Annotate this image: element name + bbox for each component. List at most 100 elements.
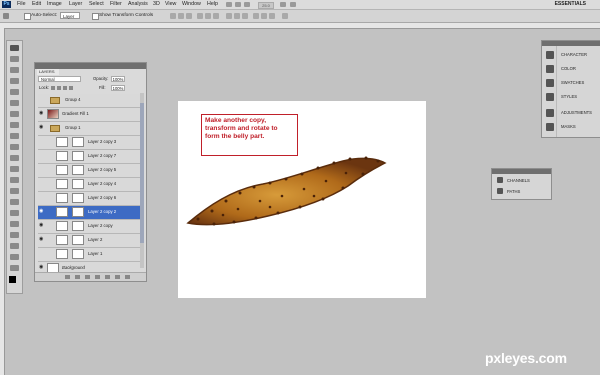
layer-row[interactable]: ◉ Group 1 xyxy=(38,122,140,136)
gradient-tool-icon[interactable] xyxy=(10,166,19,172)
align-right-icon[interactable] xyxy=(213,13,219,19)
menu-filter[interactable]: Filter xyxy=(110,1,122,8)
visibility-eye-icon[interactable] xyxy=(39,97,44,102)
visibility-eye-icon[interactable]: ◉ xyxy=(39,111,44,116)
align-middle-icon[interactable] xyxy=(178,13,184,19)
hand-tool-icon[interactable] xyxy=(10,254,19,260)
distribute-top-icon[interactable] xyxy=(226,13,232,19)
blend-mode-dropdown[interactable]: Normal xyxy=(38,76,81,82)
align-center-icon[interactable] xyxy=(205,13,211,19)
lock-position-icon[interactable] xyxy=(63,86,67,90)
layer-row[interactable]: Layer 1 xyxy=(38,248,140,262)
lock-all-icon[interactable] xyxy=(69,86,73,90)
visibility-eye-icon[interactable] xyxy=(39,195,44,200)
scrollbar-thumb[interactable] xyxy=(140,103,144,243)
blur-tool-icon[interactable] xyxy=(10,177,19,183)
marquee-tool-icon[interactable] xyxy=(10,56,19,62)
eyedropper-tool-icon[interactable] xyxy=(10,100,19,106)
visibility-eye-icon[interactable]: ◉ xyxy=(39,237,44,242)
menu-select[interactable]: Select xyxy=(89,1,104,8)
menu-window[interactable]: Window xyxy=(182,1,201,8)
bridge-icon[interactable] xyxy=(226,2,232,7)
menu-view[interactable]: View xyxy=(165,1,176,8)
lock-transparency-icon[interactable] xyxy=(51,86,55,90)
dodge-tool-icon[interactable] xyxy=(10,188,19,194)
path-select-tool-icon[interactable] xyxy=(10,221,19,227)
panel-masks[interactable]: MASKS xyxy=(544,121,600,133)
arrange-icon[interactable] xyxy=(280,2,286,7)
zoom-tool-icon[interactable] xyxy=(10,265,19,271)
distribute-center-icon[interactable] xyxy=(261,13,267,19)
align-bottom-icon[interactable] xyxy=(186,13,192,19)
brush-tool-icon[interactable] xyxy=(10,122,19,128)
3d-rotate-tool-icon[interactable] xyxy=(10,243,19,249)
screen-mode-icon[interactable] xyxy=(290,2,296,7)
move-tool-icon[interactable] xyxy=(10,45,19,51)
panel-styles[interactable]: STYLES xyxy=(544,91,600,103)
dock-titlebar[interactable] xyxy=(492,169,551,174)
layer-row[interactable]: ◉ Layer 2 copy 2 xyxy=(38,206,140,220)
new-group-icon[interactable] xyxy=(105,275,110,279)
lock-pixels-icon[interactable] xyxy=(57,86,61,90)
move-tool-icon[interactable] xyxy=(3,13,9,19)
dock-titlebar[interactable] xyxy=(542,41,600,46)
menu-help[interactable]: Help xyxy=(207,1,218,8)
menu-analysis[interactable]: Analysis xyxy=(128,1,148,8)
visibility-eye-icon[interactable] xyxy=(39,181,44,186)
shape-tool-icon[interactable] xyxy=(10,232,19,238)
panel-character[interactable]: CHARACTER xyxy=(544,49,600,61)
layer-row[interactable]: Layer 2 copy 7 xyxy=(38,150,140,164)
layer-mask-thumbnail[interactable] xyxy=(72,235,84,245)
layer-row[interactable]: ◉ Gradient Fill 1 xyxy=(38,108,140,122)
layer-mask-thumbnail[interactable] xyxy=(72,165,84,175)
auto-select-checkbox[interactable] xyxy=(24,13,31,20)
history-brush-tool-icon[interactable] xyxy=(10,144,19,150)
layer-mask-thumbnail[interactable] xyxy=(72,193,84,203)
workspace-switcher[interactable]: ESSENTIALS xyxy=(555,1,586,8)
delete-layer-icon[interactable] xyxy=(125,275,130,279)
layer-row[interactable]: Layer 2 copy 4 xyxy=(38,178,140,192)
distribute-left-icon[interactable] xyxy=(253,13,259,19)
layer-row[interactable]: ◉ Layer 2 copy xyxy=(38,220,140,234)
menu-image[interactable]: Image xyxy=(47,1,62,8)
clone-stamp-tool-icon[interactable] xyxy=(10,133,19,139)
layer-row[interactable]: Layer 2 copy 6 xyxy=(38,192,140,206)
visibility-eye-icon[interactable]: ◉ xyxy=(39,125,44,130)
pen-tool-icon[interactable] xyxy=(10,199,19,205)
visibility-eye-icon[interactable]: ◉ xyxy=(39,209,44,214)
panel-adjustments[interactable]: ADJUSTMENTS xyxy=(544,107,600,119)
layer-mask-thumbnail[interactable] xyxy=(72,179,84,189)
auto-select-dropdown[interactable]: Layer xyxy=(60,12,80,19)
layer-mask-thumbnail[interactable] xyxy=(72,207,84,217)
menu-file[interactable]: File xyxy=(17,1,26,8)
distribute-right-icon[interactable] xyxy=(269,13,275,19)
align-top-icon[interactable] xyxy=(170,13,176,19)
layer-mask-thumbnail[interactable] xyxy=(72,137,84,147)
visibility-eye-icon[interactable] xyxy=(39,167,44,172)
auto-align-icon[interactable] xyxy=(282,13,288,19)
layer-row[interactable]: Group 4 xyxy=(38,94,140,108)
quick-select-tool-icon[interactable] xyxy=(10,78,19,84)
hand-icon[interactable] xyxy=(244,2,250,7)
opacity-field[interactable]: 100% xyxy=(111,76,125,82)
visibility-eye-icon[interactable] xyxy=(39,139,44,144)
layers-scrollbar[interactable] xyxy=(140,93,144,268)
panel-paths[interactable]: PATHS xyxy=(495,186,551,198)
distribute-middle-icon[interactable] xyxy=(234,13,240,19)
add-mask-icon[interactable] xyxy=(85,275,90,279)
layer-row[interactable]: Layer 2 copy 5 xyxy=(38,164,140,178)
menu-layer[interactable]: Layer xyxy=(69,1,82,8)
layer-row[interactable]: Layer 2 copy 3 xyxy=(38,136,140,150)
layer-mask-thumbnail[interactable] xyxy=(72,221,84,231)
link-layers-icon[interactable] xyxy=(65,275,70,279)
panel-swatches[interactable]: SWATCHES xyxy=(544,77,600,89)
layer-style-icon[interactable] xyxy=(75,275,80,279)
lasso-tool-icon[interactable] xyxy=(10,67,19,73)
distribute-bottom-icon[interactable] xyxy=(242,13,248,19)
type-tool-icon[interactable] xyxy=(10,210,19,216)
eraser-tool-icon[interactable] xyxy=(10,155,19,161)
crop-tool-icon[interactable] xyxy=(10,89,19,95)
healing-brush-tool-icon[interactable] xyxy=(10,111,19,117)
visibility-eye-icon[interactable] xyxy=(39,251,44,256)
zoom-level[interactable]: 25.0 xyxy=(258,2,274,9)
